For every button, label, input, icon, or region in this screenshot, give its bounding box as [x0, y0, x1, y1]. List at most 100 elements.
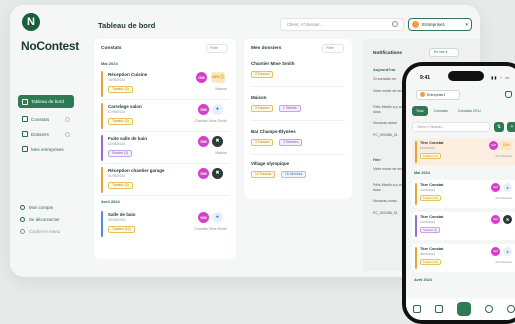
filter-button[interactable]: Filtre — [206, 44, 228, 53]
collapse-icon — [20, 228, 25, 234]
search-input[interactable]: Client, n°dossier... — [280, 18, 404, 31]
user-icon — [20, 204, 25, 210]
search-icon[interactable] — [485, 305, 493, 313]
shared-icon: ♠ — [503, 183, 512, 192]
dossier-chip: 3 Travaux — [251, 71, 274, 78]
category-tag: Travaux (10) — [108, 226, 135, 233]
sidebar-item-label: Dossiers — [31, 131, 49, 137]
status-bar — [101, 135, 103, 161]
status-bar — [415, 215, 417, 237]
avatar: GM — [198, 104, 209, 115]
card-title: Constats — [101, 46, 122, 51]
dashboard-icon — [22, 98, 28, 105]
document-icon — [22, 116, 28, 122]
mobile-bottom-nav — [406, 298, 515, 320]
page-title: Tableau de bord — [98, 21, 156, 30]
logout-icon — [20, 216, 25, 222]
building-icon — [22, 146, 28, 152]
category-tag: Travaux (3) — [108, 86, 133, 93]
constat-row[interactable]: Réception chantier garage 01/05/2024 Tra… — [101, 165, 229, 196]
filter-button[interactable]: Filtre — [322, 44, 344, 53]
status-bar — [415, 141, 417, 163]
category-tag: Sinistre (3) — [108, 150, 132, 157]
progress-badge: 15% ⓘ — [211, 72, 225, 83]
logout-link[interactable]: Se déconnecter — [20, 213, 76, 225]
company-selector[interactable]: Entreprise1 — [416, 90, 460, 100]
constat-row[interactable]: Carrelage salon 07/05/2024 Travaux (3) C… — [101, 101, 229, 132]
sidebar-item-label: Tableau de bord — [31, 99, 64, 104]
sidebar-item-dashboard[interactable]: Tableau de bord — [18, 95, 74, 108]
sidebar-item-dossiers[interactable]: Dossiers — [18, 127, 74, 141]
tab-constats[interactable]: Constats — [430, 106, 452, 116]
panel-title: Notifications — [373, 51, 403, 56]
avatar: GM — [198, 136, 209, 147]
dossier-chip: 3 Sinistres — [279, 139, 303, 146]
sidebar-item-constats[interactable]: Constats — [18, 112, 74, 126]
add-icon[interactable]: + — [507, 122, 515, 132]
bell-icon[interactable] — [505, 91, 512, 98]
dossier-row[interactable]: Chantier Mme Smith 3 Travaux — [251, 57, 345, 87]
sort-icon[interactable]: ⇅ — [494, 122, 504, 132]
tab-constats-ceu[interactable]: Constats CEU — [454, 106, 485, 116]
constat-row[interactable]: Salle de bain 30/04/2024 Travaux (10) Ch… — [101, 209, 229, 240]
grid-icon[interactable] — [413, 305, 421, 313]
brand-name: NoContest — [21, 39, 79, 53]
hide-menu-link[interactable]: Cacher le menu — [20, 225, 76, 237]
mobile-constat-row[interactable]: Titre Constat 15/05/2024 Travaux (3) Arc… — [412, 138, 515, 166]
avatar: GM — [198, 212, 209, 223]
status-time: 9:41 — [420, 75, 431, 81]
dossiers-card: Mes dossiers Filtre Chantier Mme Smith 3… — [244, 39, 352, 199]
constat-row[interactable]: Fuite salle de bain 02/05/2024 Sinistre … — [101, 133, 229, 164]
dossier-row[interactable]: Village olympique 15 Travaux 15 Sinistre… — [251, 157, 345, 187]
sidebar-item-label: Constats — [31, 116, 50, 122]
dynamic-island — [448, 71, 484, 81]
see-all-button[interactable]: En voir ▾ — [429, 48, 459, 57]
shared-icon: ♠ — [212, 212, 223, 223]
category-tag: Sinistre (3) — [420, 227, 440, 233]
dossier-row[interactable]: Maison 3 Travaux 1 Sinistre — [251, 91, 345, 121]
status-bar — [101, 211, 103, 237]
dossier-chip: 1 Sinistre — [279, 105, 301, 112]
mobile-constat-row[interactable]: Titre Constat 13/05/2024 Travaux (3) Arc… — [412, 180, 515, 208]
folder-icon — [22, 131, 28, 137]
avatar: GM — [491, 183, 500, 192]
avatar: GM — [489, 141, 498, 150]
search-input[interactable]: Client, n°dossier... — [412, 122, 490, 132]
status-bar — [101, 103, 103, 129]
month-label: Avril 2024 — [101, 199, 120, 204]
mobile-constat-row[interactable]: Titre Constat 08/05/2024 Travaux (3) Arc… — [412, 244, 515, 272]
month-label: Mai 2024 — [101, 61, 118, 66]
shared-icon: ♠ — [212, 104, 223, 115]
add-icon[interactable] — [65, 131, 70, 137]
folder-icon[interactable] — [435, 305, 443, 313]
mobile-tabs: Tous Constats Constats CEU — [412, 106, 515, 116]
dossier-chip: 3 Travaux — [251, 105, 274, 112]
dossier-chip: 15 Travaux — [251, 171, 276, 178]
add-icon[interactable] — [65, 116, 70, 122]
constat-row[interactable]: Réception Cuisine 15/05/2024 Travaux (3)… — [101, 69, 229, 100]
user-icon[interactable] — [507, 305, 515, 313]
tab-all[interactable]: Tous — [412, 106, 428, 116]
category-tag: Travaux (3) — [420, 195, 441, 201]
category-tag: Travaux (3) — [108, 118, 133, 125]
status-bar — [415, 183, 417, 205]
blocked-icon: ✖ — [503, 215, 512, 224]
shared-icon: ♠ — [503, 247, 512, 256]
sidebar-bottom: Mon compte Se déconnecter Cacher le menu — [20, 201, 76, 237]
company-selector[interactable]: Entreprise1 ▾ — [408, 18, 472, 31]
logo-icon: N — [22, 13, 40, 31]
category-tag: Travaux (3) — [420, 153, 441, 159]
day-label: Aujourd'hui — [373, 67, 396, 72]
day-label: Hier — [373, 157, 381, 162]
account-link[interactable]: Mon compte — [20, 201, 76, 213]
signal-icon: ▮▮ ◔ ▭ — [491, 75, 510, 80]
mobile-constat-row[interactable]: Titre Constat 10/05/2024 Sinistre (3) GM… — [412, 212, 515, 240]
search-icon — [392, 21, 398, 27]
status-bar — [101, 71, 103, 97]
dossier-row[interactable]: Bar Champs-Élysées 3 Travaux 3 Sinistres — [251, 125, 345, 155]
sidebar: N NoContest Tableau de bord Constats Dos… — [10, 5, 82, 277]
sidebar-item-label: Mes entreprises — [31, 146, 64, 152]
camera-icon[interactable] — [457, 302, 471, 316]
sidebar-item-entreprises[interactable]: Mes entreprises — [18, 142, 74, 156]
sidebar-nav: Tableau de bord Constats Dossiers Mes en… — [18, 95, 74, 157]
